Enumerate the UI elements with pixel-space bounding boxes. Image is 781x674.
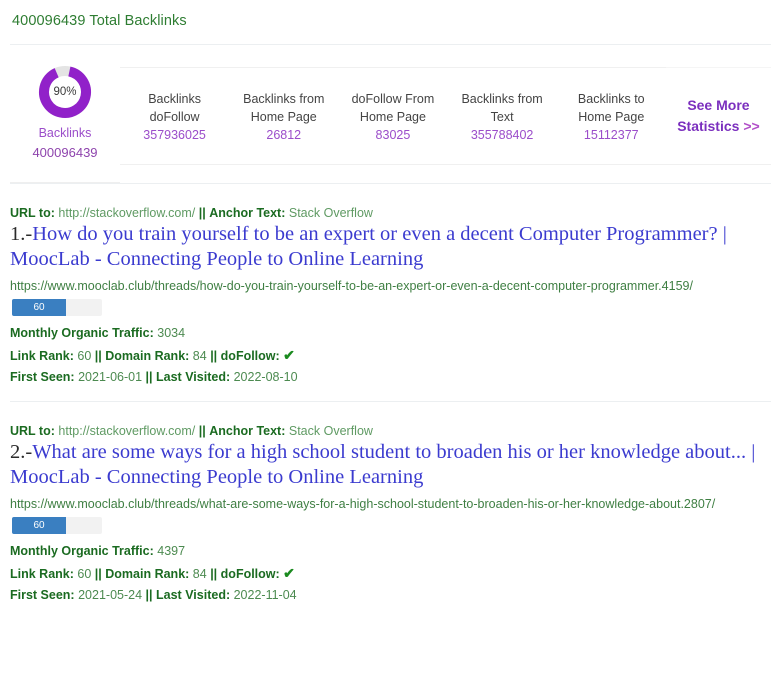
traffic-value: 3034 [157,326,186,340]
results-item-divider [10,401,771,403]
meta-separator: || [94,348,102,363]
result-title-link[interactable]: 1.-How do you train yourself to be an ex… [10,222,771,272]
result-traffic-line: Monthly Organic Traffic: 3034 [10,323,771,344]
stat-card-backlinks-from-home-page[interactable]: Backlinks from Home Page 26812 [229,67,339,165]
last-visited-label: Last Visited: [156,369,231,384]
traffic-label: Monthly Organic Traffic: [10,544,154,559]
link-rank-label: Link Rank: [10,348,74,363]
check-icon: ✔ [283,346,295,363]
first-seen-value: 2021-05-24 [78,588,143,603]
stat-label-line2: Home Page [359,110,426,124]
result-index: 1.- [10,223,33,245]
page-title: 400096439 Total Backlinks [12,13,187,29]
result-url[interactable]: https://www.mooclab.club/threads/how-do-… [10,276,771,296]
meta-separator: || [145,369,153,384]
result-source-meta: URL to: http://stackoverflow.com/ || Anc… [10,424,771,438]
donut-chart: 90% [37,64,93,120]
last-visited-value: 2022-08-10 [233,369,298,384]
link-rank-progress-fill: 60 [12,299,66,316]
stat-label-line2: Home Page [250,110,317,124]
meta-separator: || [210,566,218,581]
link-rank-label: Link Rank: [10,566,74,581]
meta-separator: || [198,206,206,220]
url-to-value: http://stackoverflow.com/ [58,206,196,220]
first-seen-label: First Seen: [10,369,75,384]
anchor-text-label: Anchor Text: [209,424,286,439]
results-top-divider [10,183,771,184]
backlinks-report-page: 400096439 Total Backlinks 90% Backlinks … [0,0,781,674]
link-rank-progress-fill: 60 [12,517,66,535]
result-dates-line: First Seen: 2021-05-24 || Last Visited: … [10,585,771,606]
see-more-line1: See More [687,97,750,113]
url-to-label: URL to: [10,424,55,439]
last-visited-value: 2022-11-04 [233,588,297,603]
result-dates-line: First Seen: 2021-06-01 || Last Visited: … [10,367,771,388]
result-index: 2.- [10,441,33,464]
stat-value: 355788402 [470,128,534,143]
domain-rank-value: 84 [192,348,207,363]
donut-value: 400096439 [32,145,98,160]
donut-title: Backlinks [38,126,92,140]
result-rank-line: Link Rank: 60 || Domain Rank: 84 || doFo… [10,562,771,585]
stat-label-line1: Backlinks [148,91,201,106]
meta-separator: || [210,348,218,363]
see-more-line2: Statistics [677,118,740,134]
traffic-label: Monthly Organic Traffic: [10,326,154,340]
link-rank-progress-bar: 60 [12,517,102,535]
first-seen-label: First Seen: [10,588,75,603]
meta-separator: || [94,566,102,581]
dofollow-label: doFollow: [220,566,280,581]
link-rank-progress-bar: 60 [12,299,102,316]
meta-separator: || [145,588,153,603]
result-source-meta: URL to: http://stackoverflow.com/ || Anc… [10,206,771,220]
stat-label-line1: Backlinks to [577,91,645,106]
stat-card-backlinks-from-text[interactable]: Backlinks from Text 355788402 [447,67,557,165]
stat-card-dofollow-from-home-page[interactable]: doFollow From Home Page 83025 [338,67,448,165]
traffic-value: 4397 [157,544,186,559]
anchor-text-label: Anchor Text: [209,206,286,220]
see-more-statistics-link[interactable]: See More Statistics >> [665,67,772,165]
link-rank-value: 60 [77,566,92,581]
stat-value: 26812 [266,128,302,143]
link-rank-value: 60 [77,348,92,363]
meta-separator: || [198,424,206,439]
url-to-value: http://stackoverflow.com/ [58,424,196,439]
stat-value: 15112377 [583,128,639,143]
check-icon: ✔ [283,564,295,581]
stat-label-line1: Backlinks from [243,91,325,106]
anchor-text-value: Stack Overflow [288,424,373,439]
dofollow-label: doFollow: [220,348,280,363]
anchor-text-value: Stack Overflow [288,206,373,220]
stat-value: 357936025 [143,128,206,143]
domain-rank-label: Domain Rank: [105,348,190,363]
result-traffic-line: Monthly Organic Traffic: 4397 [10,541,771,562]
stat-card-backlinks-to-home-page[interactable]: Backlinks to Home Page 15112377 [556,67,666,165]
stat-label-line1: doFollow From [351,91,435,106]
stat-card-backlinks-dofollow[interactable]: Backlinks doFollow 357936025 [120,67,230,165]
url-to-label: URL to: [10,206,55,220]
chevron-right-double-icon: >> [743,118,760,134]
statistics-summary-strip: 90% Backlinks 400096439 Backlinks doFoll… [0,58,781,183]
header-divider [10,44,771,45]
backlink-results-list: URL to: http://stackoverflow.com/ || Anc… [0,183,781,606]
result-title-link[interactable]: 2.-What are some ways for a high school … [10,440,771,490]
domain-rank-value: 84 [192,566,207,581]
donut-percent-label: 90% [53,86,77,98]
result-url[interactable]: https://www.mooclab.club/threads/what-ar… [10,494,771,514]
stat-label-line2: doFollow [149,110,200,124]
backlinks-donut-card: 90% Backlinks 400096439 [10,58,120,183]
result-title-text: What are some ways for a high school stu… [10,441,756,489]
domain-rank-label: Domain Rank: [105,566,190,581]
result-title-text: How do you train yourself to be an exper… [10,223,727,270]
stat-label-line1: Backlinks from [461,91,543,106]
last-visited-label: Last Visited: [156,588,231,603]
result-rank-line: Link Rank: 60 || Domain Rank: 84 || doFo… [10,344,771,367]
first-seen-value: 2021-06-01 [78,369,143,384]
stat-value: 83025 [375,128,411,143]
stat-label-line2: Text [490,110,514,124]
backlink-result-item: URL to: http://stackoverflow.com/ || Anc… [10,206,771,387]
stat-label-line2: Home Page [578,110,645,124]
backlink-result-item: URL to: http://stackoverflow.com/ || Anc… [10,424,771,605]
